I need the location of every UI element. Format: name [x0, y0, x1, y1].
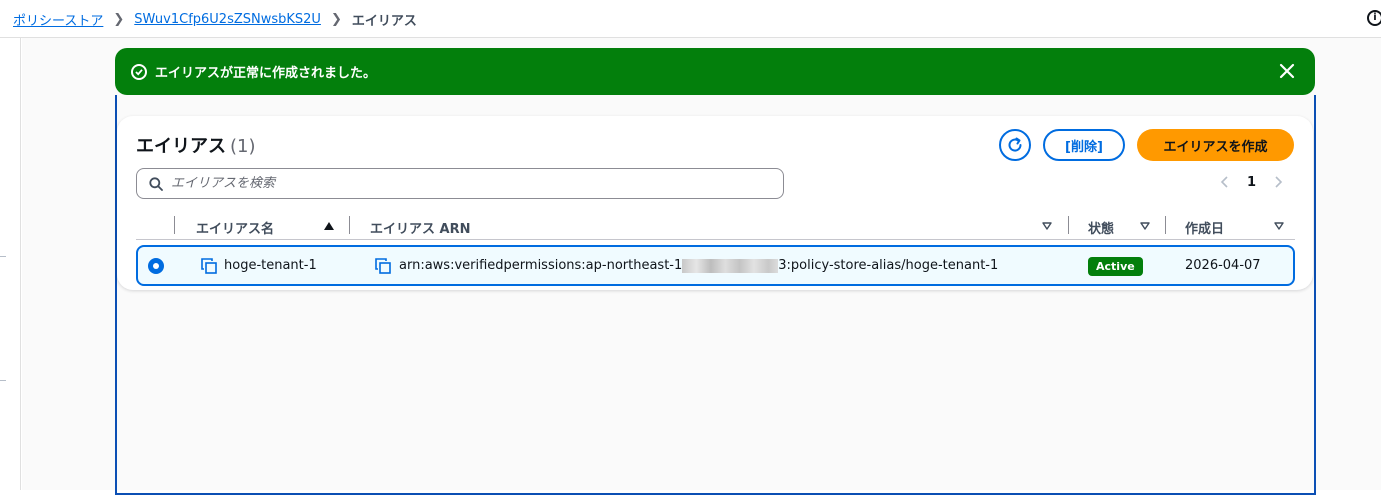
- row-select-radio[interactable]: [148, 258, 164, 274]
- copy-icon[interactable]: [375, 258, 391, 274]
- search-input[interactable]: [171, 176, 771, 191]
- aliases-table-container: エイリアス(1) [削除] エイリアスを作成 1 エイリアス名 エイリアス AR…: [117, 116, 1313, 290]
- side-nav-collapsed: [0, 38, 21, 490]
- search-icon: [149, 176, 163, 191]
- column-divider: [1165, 216, 1166, 234]
- column-header-status[interactable]: 状態: [1088, 218, 1114, 237]
- table-header: エイリアス名 エイリアス ARN 状態 作成日: [136, 212, 1295, 240]
- column-header-alias-arn[interactable]: エイリアス ARN: [370, 218, 470, 237]
- table-title-text: エイリアス: [136, 136, 226, 157]
- created-date-cell: 2026-04-07: [1185, 258, 1261, 273]
- alias-arn-cell: arn:aws:verifiedpermissions:ap-northeast…: [399, 258, 998, 273]
- pagination: 1: [1217, 174, 1286, 190]
- table-title: エイリアス (1): [136, 132, 256, 158]
- status-badge: Active: [1088, 257, 1143, 276]
- delete-button[interactable]: [削除]: [1043, 129, 1125, 161]
- rail-divider: [0, 380, 6, 381]
- success-flashbar: エイリアスが正常に作成されました。: [115, 48, 1315, 95]
- create-alias-button[interactable]: エイリアスを作成: [1137, 129, 1294, 161]
- column-divider: [1068, 216, 1069, 234]
- flash-message: エイリアスが正常に作成されました。: [155, 66, 377, 81]
- redacted-account-id: [682, 258, 779, 273]
- chevron-left-icon[interactable]: [1217, 174, 1233, 190]
- copy-icon[interactable]: [201, 258, 217, 274]
- column-header-created[interactable]: 作成日: [1185, 218, 1224, 237]
- chevron-right-icon: ❯: [330, 12, 342, 27]
- sort-caret-icon[interactable]: [1274, 222, 1284, 230]
- chevron-right-icon[interactable]: [1270, 174, 1286, 190]
- arn-suffix: 3:policy-store-alias/hoge-tenant-1: [778, 258, 999, 273]
- breadcrumb-current: エイリアス: [351, 14, 417, 29]
- chevron-right-icon: ❯: [113, 12, 125, 27]
- table-count: (1): [230, 136, 256, 157]
- info-icon[interactable]: i: [1367, 10, 1381, 26]
- alias-name-cell: hoge-tenant-1: [224, 258, 317, 273]
- search-box[interactable]: [136, 168, 784, 199]
- arn-prefix: arn:aws:verifiedpermissions:ap-northeast…: [399, 258, 683, 273]
- sort-ascending-icon[interactable]: [324, 222, 334, 230]
- table-row[interactable]: hoge-tenant-1 arn:aws:verifiedpermission…: [136, 245, 1295, 286]
- breadcrumb-link-policy-stores[interactable]: ポリシーストア: [13, 10, 103, 29]
- breadcrumb-link-policy-store-id[interactable]: SWuv1Cfp6U2sZSNwsbKS2U: [134, 12, 321, 27]
- sort-caret-icon[interactable]: [1140, 222, 1150, 230]
- column-divider: [174, 216, 175, 234]
- refresh-icon: [1008, 137, 1022, 152]
- rail-divider: [0, 256, 6, 257]
- sort-caret-icon[interactable]: [1042, 222, 1052, 230]
- top-bar: ポリシーストア ❯ SWuv1Cfp6U2sZSNwsbKS2U ❯ エイリアス…: [0, 0, 1381, 38]
- breadcrumb: ポリシーストア ❯ SWuv1Cfp6U2sZSNwsbKS2U ❯ エイリアス: [13, 10, 417, 29]
- page-number[interactable]: 1: [1247, 175, 1256, 190]
- refresh-button[interactable]: [999, 129, 1031, 161]
- close-icon[interactable]: [1277, 61, 1297, 81]
- column-divider: [349, 216, 350, 234]
- column-header-alias-name[interactable]: エイリアス名: [196, 218, 274, 237]
- check-circle-icon: [131, 63, 147, 80]
